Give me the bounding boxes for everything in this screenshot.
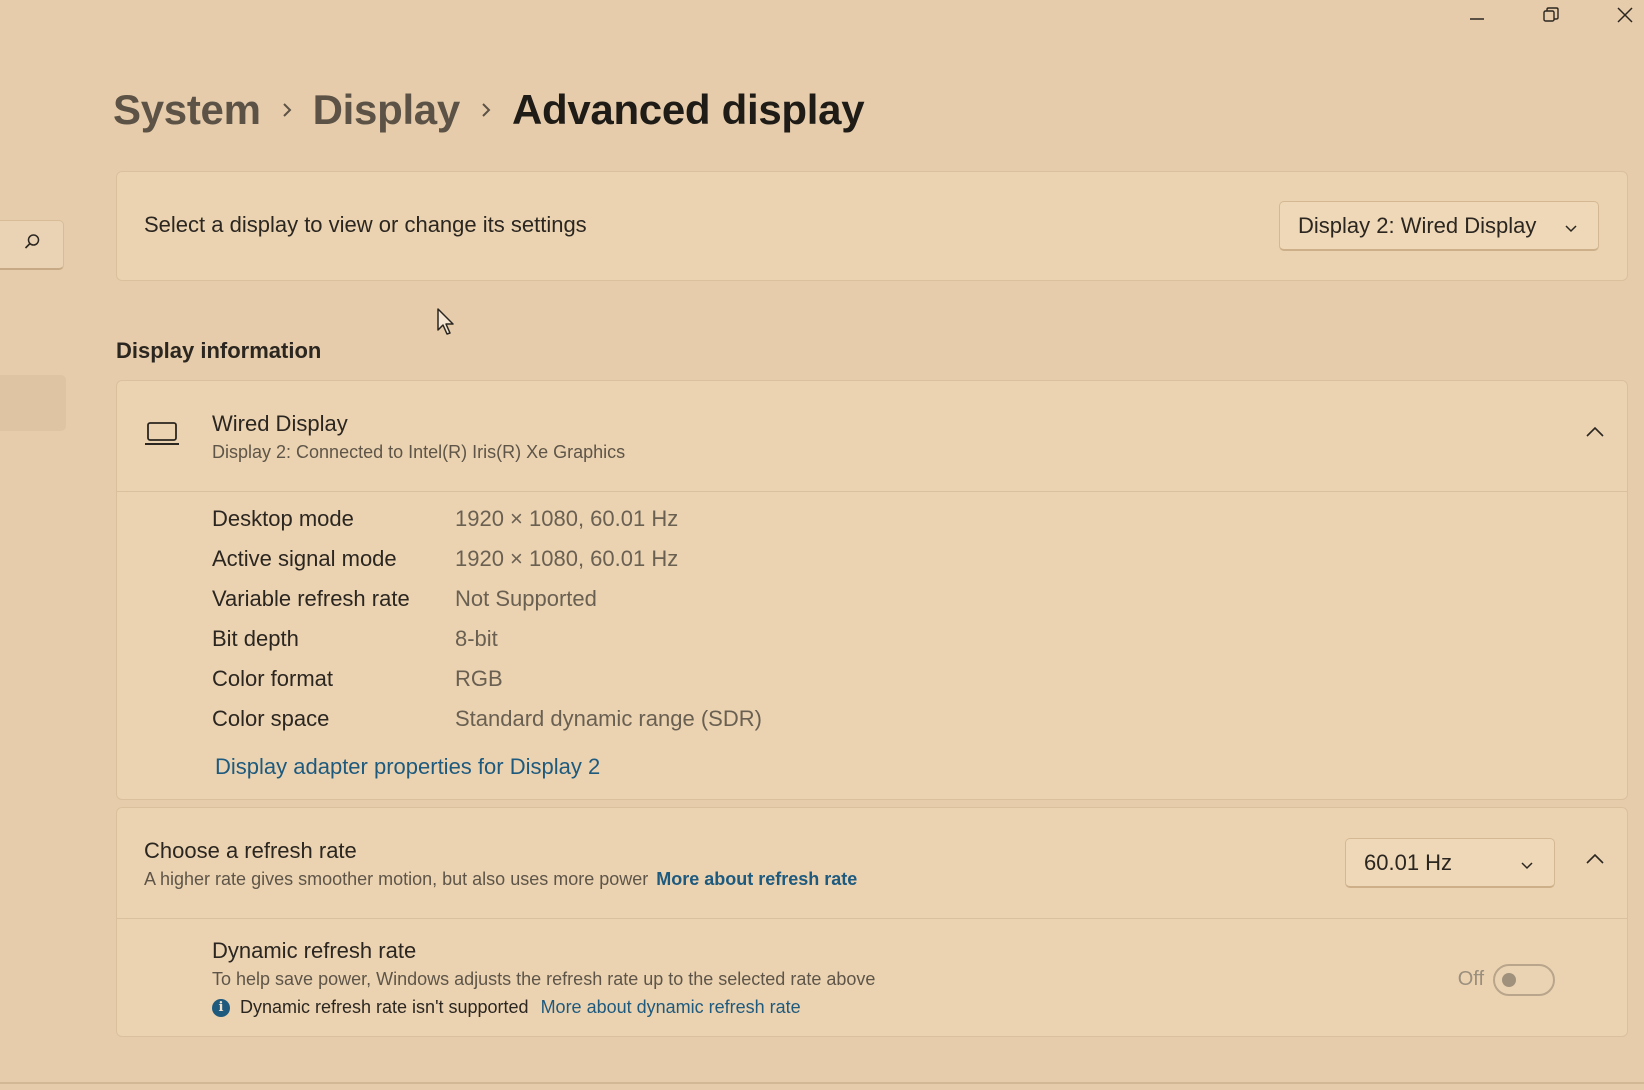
property-value: Not Supported [455, 586, 597, 611]
dynamic-refresh-rate-title: Dynamic refresh rate [212, 938, 417, 963]
display-adapter-properties-link[interactable]: Display adapter properties for Display 2 [215, 754, 600, 780]
chevron-down-icon [1564, 213, 1578, 239]
refresh-rate-subtitle: A higher rate gives smoother motion, but… [144, 869, 649, 889]
nav-selected-item[interactable] [0, 375, 66, 431]
property-value: RGB [455, 666, 503, 691]
more-about-refresh-rate-link[interactable]: More about refresh rate [656, 869, 857, 889]
mouse-cursor-icon [436, 307, 458, 342]
restore-button[interactable] [1514, 0, 1588, 30]
chevron-right-icon [460, 100, 512, 120]
close-button[interactable] [1588, 0, 1644, 30]
divider [0, 1082, 1644, 1084]
breadcrumb: System Display Advanced display [113, 80, 865, 140]
display-information-card: Wired Display Display 2: Connected to In… [116, 380, 1628, 800]
property-value: Standard dynamic range (SDR) [455, 706, 762, 731]
breadcrumb-display[interactable]: Display [313, 86, 461, 134]
restore-icon [1542, 6, 1560, 24]
property-label: Variable refresh rate [212, 586, 410, 611]
property-label: Bit depth [212, 626, 299, 651]
property-label: Color format [212, 666, 334, 691]
property-value: 1920 × 1080, 60.01 Hz [455, 546, 679, 571]
dynamic-refresh-toggle[interactable] [1493, 964, 1555, 996]
toggle-knob [1502, 973, 1516, 987]
breadcrumb-system[interactable]: System [113, 86, 261, 134]
dynamic-refresh-note: i Dynamic refresh rate isn't supported M… [212, 997, 801, 1018]
dynamic-refresh-unsupported-text: Dynamic refresh rate isn't supported [240, 997, 529, 1017]
chevron-up-icon[interactable] [1585, 425, 1605, 444]
property-value: 1920 × 1080, 60.01 Hz [455, 506, 679, 531]
laptop-icon [145, 421, 179, 452]
refresh-rate-card: Choose a refresh rate A higher rate give… [116, 807, 1628, 1037]
display-name: Wired Display [212, 411, 348, 436]
display-connection: Display 2: Connected to Intel(R) Iris(R)… [212, 442, 626, 462]
refresh-rate-header: Choose a refresh rate A higher rate give… [117, 808, 1627, 919]
property-value: 8-bit [455, 626, 498, 651]
page-title: Advanced display [511, 86, 865, 133]
property-label: Active signal mode [212, 546, 397, 571]
search-icon [23, 233, 41, 256]
minimize-icon [1468, 6, 1486, 24]
section-title-display-information: Display information [116, 338, 322, 363]
nav-search-box[interactable] [0, 220, 64, 270]
dynamic-refresh-rate-subtitle: To help save power, Windows adjusts the … [212, 969, 876, 989]
display-select-value: Display 2: Wired Display [1298, 212, 1537, 238]
display-select-dropdown[interactable]: Display 2: Wired Display [1279, 201, 1599, 251]
info-icon: i [212, 998, 230, 1017]
select-display-card: Select a display to view or change its s… [116, 171, 1628, 281]
refresh-rate-title: Choose a refresh rate [144, 838, 357, 863]
toggle-state-label: Off [1457, 968, 1484, 990]
close-icon [1616, 6, 1634, 24]
select-display-label: Select a display to view or change its s… [144, 212, 587, 237]
refresh-rate-dropdown[interactable]: 60.01 Hz [1345, 838, 1555, 888]
chevron-up-icon[interactable] [1585, 852, 1605, 871]
refresh-rate-description: A higher rate gives smoother motion, but… [144, 869, 857, 890]
display-info-header[interactable]: Wired Display Display 2: Connected to In… [117, 381, 1627, 492]
refresh-rate-value: 60.01 Hz [1364, 849, 1453, 875]
minimize-button[interactable] [1440, 0, 1514, 30]
more-about-dynamic-refresh-rate-link[interactable]: More about dynamic refresh rate [541, 997, 801, 1018]
property-label: Color space [212, 706, 330, 731]
chevron-right-icon [261, 100, 313, 120]
property-label: Desktop mode [212, 506, 354, 531]
window-controls [1440, 0, 1644, 30]
chevron-down-icon [1520, 850, 1534, 876]
